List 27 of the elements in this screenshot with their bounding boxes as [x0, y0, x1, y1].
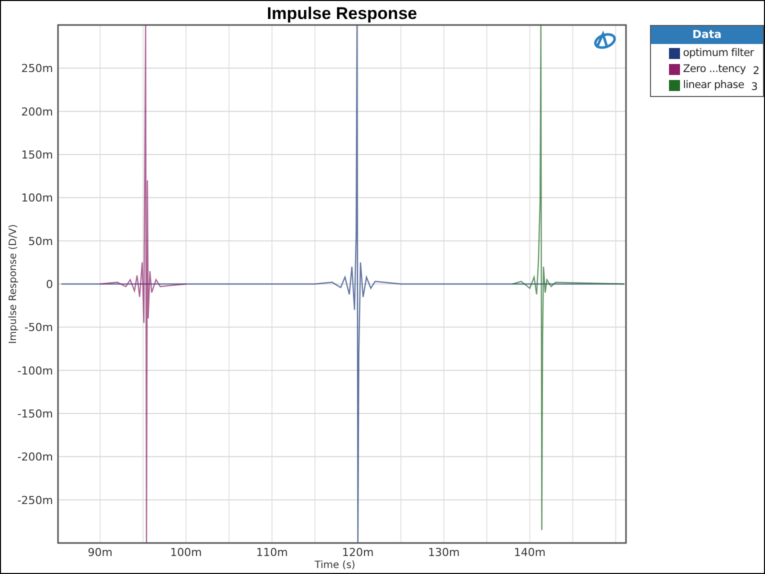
legend-number: 2: [752, 65, 760, 77]
y-tick-label: -200m: [17, 450, 53, 464]
y-tick-label: 0: [46, 278, 53, 291]
legend-label: optimum filter: [683, 47, 754, 59]
y-tick-label: -50m: [24, 321, 53, 334]
legend-number: 3: [751, 81, 758, 93]
y-tick-label: 200m: [21, 105, 53, 118]
ap-logo-icon: [594, 30, 616, 49]
y-axis-title: Impulse Response (D/V): [8, 224, 19, 344]
x-axis-title: Time (s): [314, 560, 356, 571]
y-tick-label: 250m: [21, 62, 53, 76]
x-tick-label: 90m: [88, 546, 112, 559]
x-tick-label: 140m: [514, 546, 546, 559]
x-tick-label: 130m: [428, 546, 460, 559]
y-tick-label: -150m: [17, 408, 53, 420]
legend-title: Data: [651, 26, 763, 44]
y-tick-label: 150m: [21, 148, 53, 162]
chart-title: Impulse Response: [266, 4, 418, 23]
y-tick-label: 50m: [28, 234, 53, 248]
x-tick-label: 110m: [256, 546, 288, 559]
x-tick-label: 100m: [170, 546, 202, 559]
y-tick-label: -100m: [17, 364, 53, 378]
x-tick-label: 120m: [342, 546, 374, 559]
legend-label: Zero ...tency: [683, 63, 746, 75]
y-tick-label: 100m: [21, 192, 53, 205]
y-tick-label: -250m: [17, 494, 53, 507]
legend-label: linear phase: [683, 79, 744, 91]
